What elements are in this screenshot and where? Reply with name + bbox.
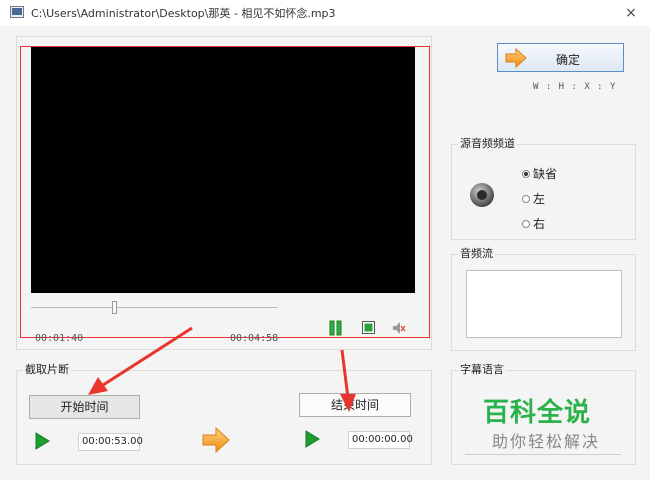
channel-option-default[interactable]: 缺省 — [522, 165, 557, 182]
stop-icon[interactable] — [362, 321, 375, 334]
subtitle-divider — [465, 454, 621, 455]
annotation-arrow-end — [340, 349, 356, 412]
title-bar: C:\Users\Administrator\Desktop\那英 - 相见不如… — [0, 0, 650, 26]
watermark-title: 百科全说 — [483, 398, 592, 428]
clip-group-label: 截取片断 — [23, 363, 71, 377]
window-title: C:\Users\Administrator\Desktop\那英 - 相见不如… — [31, 7, 336, 20]
arrow-right-icon — [202, 426, 230, 454]
channel-option-left[interactable]: 左 — [522, 190, 545, 207]
radio-icon — [522, 194, 530, 203]
total-time: 00:04:58 — [230, 333, 279, 344]
seek-thumb[interactable] — [112, 301, 118, 314]
selection-frame — [20, 46, 430, 338]
watermark-subtitle: 助你轻松解决 — [492, 432, 601, 451]
audio-channel-label: 源音频频道 — [458, 137, 517, 151]
end-time-field[interactable]: 00:00:00.00 — [348, 431, 413, 449]
pause-icon[interactable] — [329, 320, 343, 336]
arrow-right-icon — [505, 48, 527, 68]
close-button[interactable]: × — [622, 4, 640, 22]
channel-option-right[interactable]: 右 — [522, 215, 545, 232]
channel-option-label: 右 — [533, 217, 546, 231]
radio-icon — [522, 169, 530, 178]
annotation-arrow-start — [88, 326, 193, 395]
channel-option-label: 左 — [533, 192, 546, 206]
start-time-field[interactable]: 00:00:53.00 — [78, 433, 143, 451]
ok-button-label: 确定 — [556, 53, 581, 67]
channel-option-label: 缺省 — [533, 167, 558, 181]
current-time: 00:01:40 — [35, 333, 84, 344]
subtitle-label: 字幕语言 — [458, 363, 506, 377]
play-start-icon[interactable] — [34, 432, 50, 450]
app-icon — [10, 6, 24, 18]
dimension-readout: W : H : X : Y — [533, 82, 617, 92]
play-end-icon[interactable] — [304, 430, 320, 448]
audio-stream-list[interactable] — [466, 270, 622, 338]
seek-track[interactable] — [31, 307, 278, 308]
speaker-icon — [470, 183, 494, 207]
radio-icon — [522, 219, 530, 228]
audio-stream-label: 音频流 — [458, 247, 495, 261]
speaker-muted-icon[interactable] — [392, 320, 406, 336]
